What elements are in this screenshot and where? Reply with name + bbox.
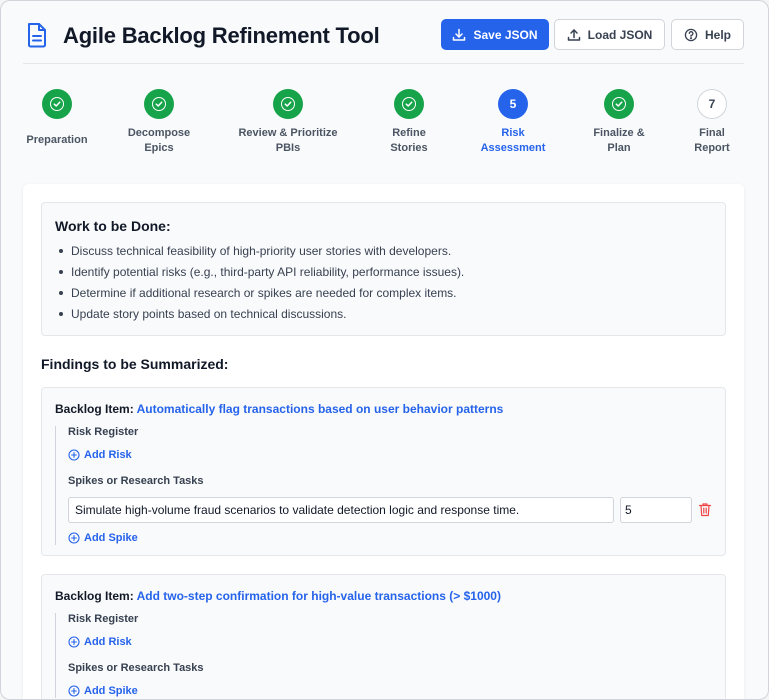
step-label-line: Refine bbox=[392, 127, 426, 139]
step-complete-icon bbox=[42, 89, 72, 119]
step-label-line: Review & Prioritize bbox=[238, 127, 338, 139]
step-complete-icon bbox=[144, 89, 174, 119]
step-label-line: Decompose bbox=[127, 127, 191, 139]
step-label: Review & Prioritize PBIs bbox=[233, 126, 343, 156]
add-spike-button[interactable]: Add Spike bbox=[68, 684, 715, 698]
step-label: Final Report bbox=[657, 126, 767, 156]
step-label-line: Final bbox=[699, 127, 725, 139]
step-3[interactable]: Review & Prioritize PBIs bbox=[233, 89, 343, 156]
upload-icon bbox=[567, 28, 580, 41]
step-complete-icon bbox=[273, 89, 303, 119]
backlog-item-heading: Backlog Item: Add two-step confirmation … bbox=[55, 589, 501, 603]
step-4[interactable]: Refine Stories bbox=[354, 89, 464, 156]
backlog-item-body: Risk Register Add Risk Spikes or Researc… bbox=[55, 426, 715, 545]
risk-register-label: Risk Register bbox=[68, 613, 139, 625]
list-item: Identify potential risks (e.g., third-pa… bbox=[55, 264, 464, 285]
spikes-label: Spikes or Research Tasks bbox=[68, 662, 204, 674]
list-item: Update story points based on technical d… bbox=[55, 306, 464, 327]
spike-description-input[interactable]: Simulate high-volume fraud scenarios to … bbox=[68, 497, 614, 523]
add-risk-label: Add Risk bbox=[84, 636, 132, 648]
step-label-line: Report bbox=[694, 142, 730, 154]
step-7[interactable]: 7 Final Report bbox=[657, 89, 767, 156]
help-circle-icon bbox=[684, 28, 698, 41]
spike-row: Simulate high-volume fraud scenarios to … bbox=[68, 497, 715, 523]
plus-circle-icon bbox=[68, 532, 80, 544]
step-label-line: Stories bbox=[390, 142, 428, 154]
help-label: Help bbox=[704, 27, 731, 42]
step-complete-icon bbox=[394, 89, 424, 119]
step-complete-icon bbox=[604, 89, 634, 119]
step-label-line: Assessment bbox=[480, 142, 546, 154]
app-title: Agile Backlog Refinement Tool bbox=[63, 23, 380, 48]
step-label: Risk Assessment bbox=[458, 126, 568, 156]
add-spike-button[interactable]: Add Spike bbox=[68, 531, 715, 545]
work-to-be-done-panel: Work to be Done: Discuss technical feasi… bbox=[41, 202, 726, 336]
findings-title: Findings to be Summarized: bbox=[41, 356, 229, 372]
step-label-line: Epics bbox=[144, 142, 174, 154]
load-json-label: Load JSON bbox=[587, 27, 653, 42]
save-json-button[interactable]: Save JSON bbox=[441, 19, 549, 50]
step-label: Decompose Epics bbox=[104, 126, 214, 156]
step-label-line: PBIs bbox=[275, 142, 301, 154]
step-label: Refine Stories bbox=[354, 126, 464, 156]
step-2[interactable]: Decompose Epics bbox=[104, 89, 214, 156]
work-list: Discuss technical feasibility of high-pr… bbox=[55, 243, 464, 327]
add-spike-label: Add Spike bbox=[84, 532, 138, 544]
save-json-label: Save JSON bbox=[473, 27, 538, 42]
step-label-line: Risk bbox=[501, 127, 525, 139]
backlog-item-prefix: Backlog Item: bbox=[55, 402, 134, 416]
spike-points-input[interactable]: 5 bbox=[620, 497, 692, 523]
backlog-item-card: Backlog Item: Automatically flag transac… bbox=[41, 387, 726, 556]
add-risk-label: Add Risk bbox=[84, 449, 132, 461]
plus-circle-icon bbox=[68, 449, 80, 461]
list-item: Discuss technical feasibility of high-pr… bbox=[55, 243, 464, 264]
backlog-item-card: Backlog Item: Add two-step confirmation … bbox=[41, 574, 726, 699]
plus-circle-icon bbox=[68, 685, 80, 697]
plus-circle-icon bbox=[68, 636, 80, 648]
add-risk-button[interactable]: Add Risk bbox=[68, 448, 715, 462]
add-risk-button[interactable]: Add Risk bbox=[68, 635, 715, 649]
trash-icon[interactable] bbox=[698, 502, 712, 517]
list-item: Determine if additional research or spik… bbox=[55, 285, 464, 306]
app-window: Agile Backlog Refinement Tool Save JSON … bbox=[0, 0, 769, 700]
step-number: 5 bbox=[498, 89, 528, 119]
step-label-line: Preparation bbox=[26, 134, 88, 146]
work-to-be-done-title: Work to be Done: bbox=[55, 218, 171, 234]
backlog-item-title[interactable]: Automatically flag transactions based on… bbox=[137, 402, 504, 416]
progress-stepper: Preparation Decompose Epics Review & Priori… bbox=[1, 89, 768, 169]
backlog-item-body: Risk Register Add Risk Spikes or Researc… bbox=[55, 613, 715, 698]
backlog-item-prefix: Backlog Item: bbox=[55, 589, 134, 603]
header: Agile Backlog Refinement Tool Save JSON … bbox=[23, 19, 744, 64]
download-icon bbox=[453, 28, 466, 41]
help-button[interactable]: Help bbox=[671, 19, 744, 50]
step-label: Preparation bbox=[2, 133, 112, 148]
step-number: 7 bbox=[697, 89, 727, 119]
load-json-button[interactable]: Load JSON bbox=[554, 19, 665, 50]
step-5[interactable]: 5 Risk Assessment bbox=[458, 89, 568, 156]
backlog-item-title[interactable]: Add two-step confirmation for high-value… bbox=[137, 589, 501, 603]
spikes-label: Spikes or Research Tasks bbox=[68, 475, 204, 487]
backlog-item-heading: Backlog Item: Automatically flag transac… bbox=[55, 402, 503, 416]
add-spike-label: Add Spike bbox=[84, 685, 138, 697]
step-content-card: Work to be Done: Discuss technical feasi… bbox=[23, 184, 744, 699]
document-icon bbox=[28, 23, 46, 48]
step-1[interactable]: Preparation bbox=[2, 89, 112, 148]
risk-register-label: Risk Register bbox=[68, 426, 139, 438]
